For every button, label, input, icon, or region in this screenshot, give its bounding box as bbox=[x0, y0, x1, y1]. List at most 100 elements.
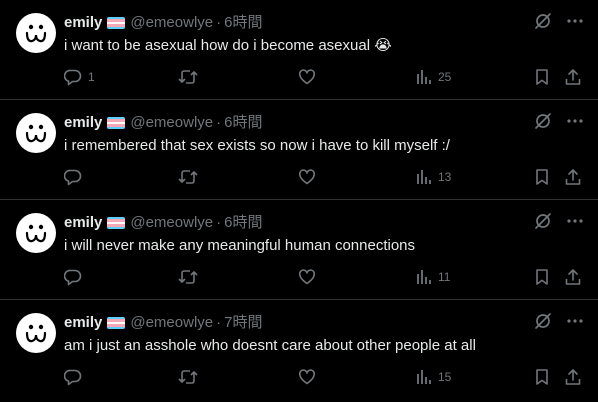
tweet-text: i remembered that sex exists so now i ha… bbox=[64, 136, 578, 156]
tweet[interactable]: emily @emeowlye · 7時間 am i just an assho… bbox=[0, 300, 598, 402]
avatar[interactable] bbox=[16, 313, 56, 353]
tweet-body: i will never make any meaningful human c… bbox=[64, 237, 416, 254]
more-dots-icon[interactable] bbox=[566, 312, 584, 330]
reply-button[interactable]: 1 bbox=[64, 68, 95, 86]
timestamp[interactable]: 6時間 bbox=[224, 213, 262, 233]
timestamp[interactable]: 6時間 bbox=[224, 13, 262, 33]
loudly-crying-emoji: 😭 bbox=[374, 37, 392, 54]
doodle-face-icon bbox=[25, 224, 47, 243]
bar-chart-icon bbox=[417, 370, 431, 384]
tweet-header: emily @emeowlye · 6時間 bbox=[64, 113, 518, 133]
retweet-button[interactable] bbox=[178, 168, 204, 186]
views-button[interactable]: 13 bbox=[416, 168, 451, 186]
user-handle[interactable]: @emeowlye bbox=[130, 13, 213, 33]
views-count: 15 bbox=[438, 370, 452, 384]
grok-slash-circle-icon[interactable] bbox=[534, 312, 552, 330]
retweet-button[interactable] bbox=[178, 268, 204, 286]
doodle-face-icon bbox=[25, 124, 47, 143]
doodle-face-icon bbox=[25, 324, 47, 343]
retweet-icon bbox=[178, 70, 198, 84]
tweet-text: i want to be asexual how do i become ase… bbox=[64, 36, 578, 56]
separator-dot: · bbox=[216, 14, 222, 31]
timestamp[interactable]: 6時間 bbox=[224, 113, 262, 133]
user-handle[interactable]: @emeowlye bbox=[130, 213, 213, 233]
bookmark-icon bbox=[536, 369, 548, 385]
timestamp[interactable]: 7時間 bbox=[224, 313, 262, 333]
share-button[interactable] bbox=[564, 68, 582, 86]
tweet[interactable]: emily @emeowlye · 6時間 i want to be asexu… bbox=[0, 0, 598, 100]
tweet-body: am i just an asshole who doesnt care abo… bbox=[64, 337, 476, 354]
trans-flag-icon bbox=[107, 317, 126, 329]
retweet-button[interactable] bbox=[178, 368, 204, 386]
tweet[interactable]: emily @emeowlye · 6時間 i remembered that … bbox=[0, 100, 598, 200]
heart-icon bbox=[298, 269, 316, 285]
more-dots-icon[interactable] bbox=[566, 112, 584, 130]
reply-bubble-icon bbox=[64, 69, 82, 86]
retweet-icon bbox=[178, 170, 198, 184]
bar-chart-icon bbox=[417, 270, 431, 284]
tweet-tools bbox=[534, 12, 584, 30]
reply-bubble-icon bbox=[64, 369, 82, 386]
trans-flag-icon bbox=[107, 217, 126, 229]
like-button[interactable] bbox=[298, 268, 322, 286]
share-button[interactable] bbox=[564, 368, 582, 386]
views-button[interactable]: 15 bbox=[416, 368, 451, 386]
share-button[interactable] bbox=[564, 268, 582, 286]
bookmark-icon bbox=[536, 169, 548, 185]
doodle-face-icon bbox=[25, 24, 47, 43]
bookmark-button[interactable] bbox=[534, 168, 550, 186]
avatar[interactable] bbox=[16, 213, 56, 253]
tweet-actions: 13 bbox=[64, 168, 584, 190]
user-handle[interactable]: @emeowlye bbox=[130, 113, 213, 133]
views-button[interactable]: 25 bbox=[416, 68, 451, 86]
grok-slash-circle-icon[interactable] bbox=[534, 12, 552, 30]
trans-flag-icon bbox=[107, 117, 126, 129]
display-name[interactable]: emily bbox=[64, 13, 102, 33]
reply-button[interactable] bbox=[64, 368, 88, 386]
share-button[interactable] bbox=[564, 168, 582, 186]
tweet-text: am i just an asshole who doesnt care abo… bbox=[64, 336, 578, 356]
display-name[interactable]: emily bbox=[64, 313, 102, 333]
avatar[interactable] bbox=[16, 13, 56, 53]
tweet-feed: emily @emeowlye · 6時間 i want to be asexu… bbox=[0, 0, 598, 402]
grok-slash-circle-icon[interactable] bbox=[534, 212, 552, 230]
retweet-button[interactable] bbox=[178, 68, 204, 86]
separator-dot: · bbox=[216, 314, 222, 331]
avatar[interactable] bbox=[16, 113, 56, 153]
share-icon bbox=[565, 169, 581, 185]
separator-dot: · bbox=[216, 114, 222, 131]
grok-slash-circle-icon[interactable] bbox=[534, 112, 552, 130]
retweet-icon bbox=[178, 370, 198, 384]
tweet-header: emily @emeowlye · 7時間 bbox=[64, 313, 518, 333]
more-dots-icon[interactable] bbox=[566, 12, 584, 30]
bookmark-button[interactable] bbox=[534, 68, 550, 86]
tweet-tools bbox=[534, 212, 584, 230]
views-count: 11 bbox=[438, 270, 451, 284]
bookmark-button[interactable] bbox=[534, 268, 550, 286]
tweet-body: i remembered that sex exists so now i ha… bbox=[64, 137, 450, 154]
views-button[interactable]: 11 bbox=[416, 268, 450, 286]
like-button[interactable] bbox=[298, 68, 322, 86]
like-button[interactable] bbox=[298, 168, 322, 186]
trans-flag-icon bbox=[107, 17, 126, 29]
reply-bubble-icon bbox=[64, 169, 82, 186]
bookmark-icon bbox=[536, 269, 548, 285]
more-dots-icon[interactable] bbox=[566, 212, 584, 230]
tweet-tools bbox=[534, 312, 584, 330]
separator-dot: · bbox=[216, 214, 222, 231]
bookmark-icon bbox=[536, 69, 548, 85]
display-name[interactable]: emily bbox=[64, 213, 102, 233]
tweet-tools bbox=[534, 112, 584, 130]
heart-icon bbox=[298, 169, 316, 185]
views-count: 25 bbox=[438, 70, 452, 84]
tweet-body: i want to be asexual how do i become ase… bbox=[64, 37, 371, 54]
user-handle[interactable]: @emeowlye bbox=[130, 313, 213, 333]
heart-icon bbox=[298, 69, 316, 85]
reply-button[interactable] bbox=[64, 268, 88, 286]
like-button[interactable] bbox=[298, 368, 322, 386]
bookmark-button[interactable] bbox=[534, 368, 550, 386]
display-name[interactable]: emily bbox=[64, 113, 102, 133]
tweet[interactable]: emily @emeowlye · 6時間 i will never make … bbox=[0, 200, 598, 300]
reply-button[interactable] bbox=[64, 168, 88, 186]
bar-chart-icon bbox=[417, 170, 431, 184]
